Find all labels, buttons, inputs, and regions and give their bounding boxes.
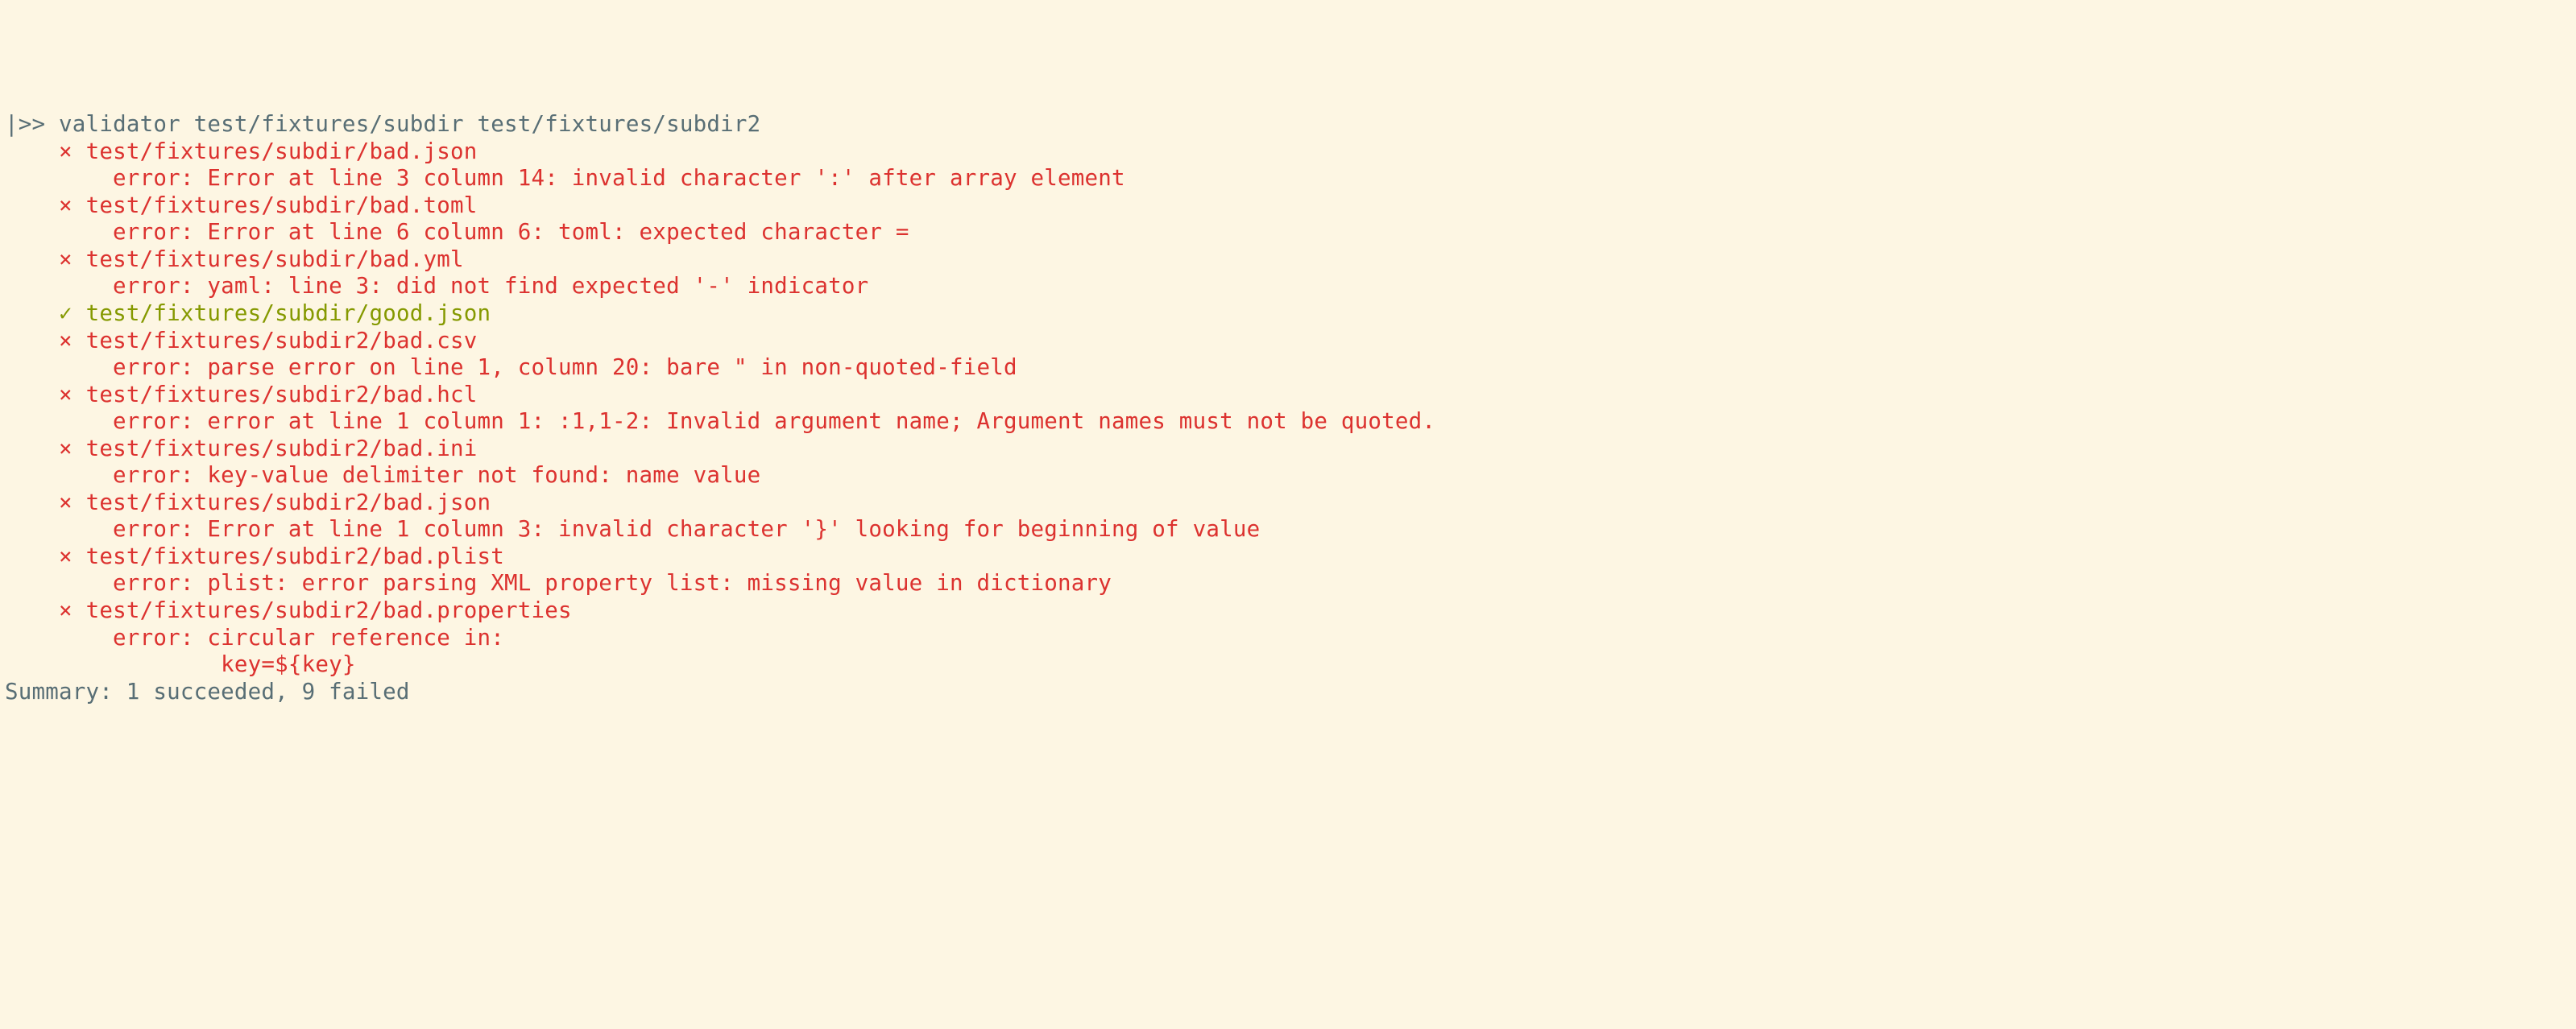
error-line: error: Error at line 1 column 3: invalid… bbox=[5, 516, 2571, 543]
result-item: × test/fixtures/subdir/bad.toml bbox=[5, 192, 2571, 220]
summary-text: Summary: 1 succeeded, 9 failed bbox=[5, 679, 410, 705]
error-text: key=${key} bbox=[5, 651, 356, 677]
cross-icon: × bbox=[59, 192, 72, 218]
result-path: test/fixtures/subdir2/bad.csv bbox=[86, 328, 478, 353]
result-item: × test/fixtures/subdir2/bad.csv bbox=[5, 328, 2571, 355]
error-line: error: circular reference in: bbox=[5, 625, 2571, 652]
error-text: error: parse error on line 1, column 20:… bbox=[5, 354, 1017, 380]
error-line: error: yaml: line 3: did not find expect… bbox=[5, 273, 2571, 300]
result-path: test/fixtures/subdir/good.json bbox=[86, 300, 491, 326]
result-path: test/fixtures/subdir2/bad.ini bbox=[86, 436, 478, 461]
result-item: × test/fixtures/subdir/bad.yml bbox=[5, 246, 2571, 274]
result-item: × test/fixtures/subdir2/bad.properties bbox=[5, 597, 2571, 625]
cursor: | bbox=[5, 111, 19, 137]
result-item: ✓ test/fixtures/subdir/good.json bbox=[5, 300, 2571, 328]
error-line: error: parse error on line 1, column 20:… bbox=[5, 354, 2571, 382]
error-text: error: Error at line 6 column 6: toml: e… bbox=[5, 219, 909, 245]
cross-icon: × bbox=[59, 543, 72, 569]
error-text: error: Error at line 3 column 14: invali… bbox=[5, 165, 1125, 191]
result-path: test/fixtures/subdir2/bad.properties bbox=[86, 597, 572, 623]
error-line: error: Error at line 6 column 6: toml: e… bbox=[5, 219, 2571, 246]
result-item: × test/fixtures/subdir2/bad.plist bbox=[5, 543, 2571, 571]
result-path: test/fixtures/subdir2/bad.json bbox=[86, 490, 491, 515]
error-text: error: circular reference in: bbox=[5, 625, 504, 651]
terminal-output: |>> validator test/fixtures/subdir test/… bbox=[5, 111, 2571, 705]
command-text: validator test/fixtures/subdir test/fixt… bbox=[59, 111, 760, 137]
cross-icon: × bbox=[59, 436, 72, 461]
result-path: test/fixtures/subdir/bad.yml bbox=[86, 246, 464, 272]
error-text: error: key-value delimiter not found: na… bbox=[5, 462, 760, 488]
cross-icon: × bbox=[59, 138, 72, 164]
result-item: × test/fixtures/subdir2/bad.ini bbox=[5, 436, 2571, 463]
error-text: error: yaml: line 3: did not find expect… bbox=[5, 273, 868, 299]
summary-line: Summary: 1 succeeded, 9 failed bbox=[5, 679, 2571, 706]
cross-icon: × bbox=[59, 490, 72, 515]
cross-icon: × bbox=[59, 597, 72, 623]
error-line: error: Error at line 3 column 14: invali… bbox=[5, 165, 2571, 192]
command-line: |>> validator test/fixtures/subdir test/… bbox=[5, 111, 2571, 138]
prompt: >> bbox=[19, 111, 59, 137]
error-line: key=${key} bbox=[5, 651, 2571, 679]
cross-icon: × bbox=[59, 382, 72, 407]
result-path: test/fixtures/subdir2/bad.hcl bbox=[86, 382, 478, 407]
result-item: × test/fixtures/subdir2/bad.hcl bbox=[5, 382, 2571, 409]
result-item: × test/fixtures/subdir/bad.json bbox=[5, 138, 2571, 166]
result-path: test/fixtures/subdir2/bad.plist bbox=[86, 543, 504, 569]
error-text: error: Error at line 1 column 3: invalid… bbox=[5, 516, 1260, 542]
error-line: error: key-value delimiter not found: na… bbox=[5, 462, 2571, 490]
error-line: error: error at line 1 column 1: :1,1-2:… bbox=[5, 408, 2571, 436]
error-text: error: plist: error parsing XML property… bbox=[5, 570, 1112, 596]
result-item: × test/fixtures/subdir2/bad.json bbox=[5, 490, 2571, 517]
result-path: test/fixtures/subdir/bad.json bbox=[86, 138, 478, 164]
error-text: error: error at line 1 column 1: :1,1-2:… bbox=[5, 408, 1435, 434]
cross-icon: × bbox=[59, 328, 72, 353]
error-line: error: plist: error parsing XML property… bbox=[5, 570, 2571, 597]
cross-icon: × bbox=[59, 246, 72, 272]
check-icon: ✓ bbox=[59, 300, 72, 326]
result-path: test/fixtures/subdir/bad.toml bbox=[86, 192, 478, 218]
